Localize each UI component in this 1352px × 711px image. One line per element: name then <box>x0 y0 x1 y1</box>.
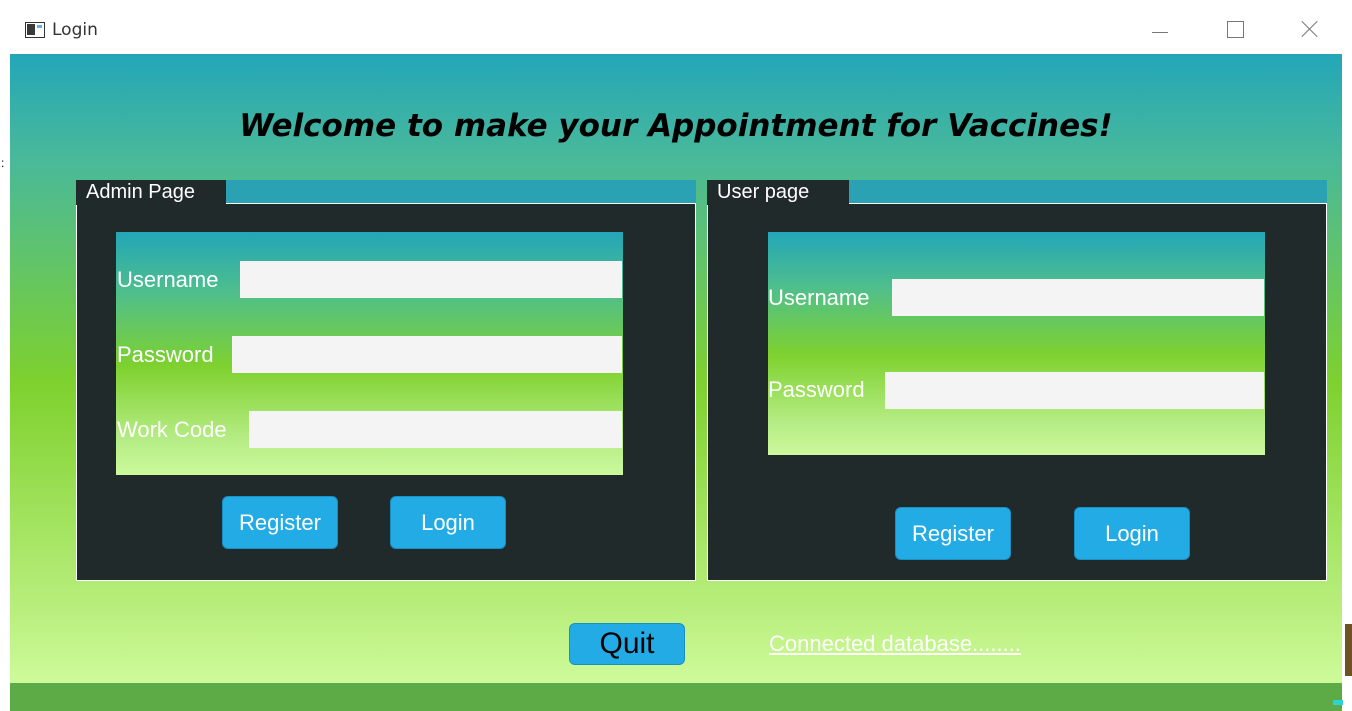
minimize-icon[interactable] <box>1130 8 1190 48</box>
admin-username-label: Username <box>117 267 219 292</box>
background-edge-artifact: : <box>1 156 5 170</box>
admin-register-button[interactable]: Register <box>222 496 338 549</box>
background-window-edge <box>1345 624 1352 676</box>
admin-password-label: Password <box>117 342 214 367</box>
user-group-title: User page <box>707 180 849 205</box>
admin-group-header-strip <box>226 180 696 203</box>
quit-button[interactable]: Quit <box>569 623 685 665</box>
window-title: Login <box>52 20 98 40</box>
admin-workcode-input[interactable] <box>249 411 622 448</box>
admin-username-input[interactable] <box>240 261 622 298</box>
maximize-icon[interactable] <box>1205 8 1265 48</box>
user-form-panel <box>768 232 1265 455</box>
user-group-header-strip <box>849 180 1327 203</box>
app-window-icon <box>25 22 45 38</box>
user-username-input[interactable] <box>892 279 1264 316</box>
admin-workcode-label: Work Code <box>117 417 227 442</box>
title-bar: Login <box>0 0 1352 54</box>
user-password-label: Password <box>768 377 865 402</box>
admin-login-button[interactable]: Login <box>390 496 506 549</box>
admin-group-title: Admin Page <box>76 180 226 205</box>
welcome-heading: Welcome to make your Appointment for Vac… <box>239 108 1113 144</box>
bottom-strip <box>10 683 1342 711</box>
user-username-label: Username <box>768 285 870 310</box>
user-login-button[interactable]: Login <box>1074 507 1190 560</box>
admin-password-input[interactable] <box>232 336 622 373</box>
user-password-input[interactable] <box>885 372 1264 409</box>
resize-grip <box>1333 700 1343 705</box>
close-icon[interactable] <box>1280 8 1340 48</box>
database-status-link[interactable]: Connected database........ <box>769 631 1021 657</box>
user-register-button[interactable]: Register <box>895 507 1011 560</box>
